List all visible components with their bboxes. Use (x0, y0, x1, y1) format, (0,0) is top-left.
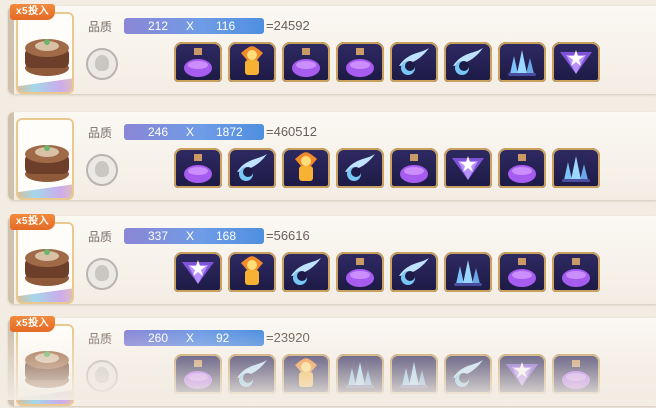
quality-value-a: 212 (148, 19, 169, 33)
orange-potion[interactable] (228, 42, 276, 82)
purple-potion[interactable] (174, 148, 222, 188)
x5-badge: x5投入 (10, 316, 56, 332)
moon-icon[interactable] (444, 354, 492, 394)
quality-bar: 337 X 168 (124, 228, 264, 244)
orange-potion[interactable] (228, 252, 276, 292)
recipe-row[interactable]: x5投入 品质 260 X 92 =23920 (8, 316, 656, 408)
purple-potion[interactable] (174, 354, 222, 394)
row-accent (8, 112, 14, 200)
quality-multiply: X (186, 229, 195, 243)
quality-value-a: 246 (148, 125, 169, 139)
feather-fan[interactable] (498, 354, 546, 394)
purple-potion[interactable] (498, 252, 546, 292)
moon-icon[interactable] (390, 42, 438, 82)
quality-multiply: X (186, 19, 195, 33)
cake-thumbnail[interactable] (16, 12, 74, 94)
quality-bar: 212 X 116 (124, 18, 264, 34)
purple-potion[interactable] (336, 252, 384, 292)
quality-label: 品质 (88, 126, 113, 140)
crystal-cluster[interactable] (336, 354, 384, 394)
purple-potion[interactable] (336, 42, 384, 82)
x5-badge: x5投入 (10, 214, 56, 230)
avatar[interactable] (86, 360, 118, 392)
crystal-cluster[interactable] (390, 354, 438, 394)
cake-thumbnail[interactable] (16, 222, 74, 304)
recipe-row[interactable]: x5投入 品质 337 X 168 =56616 (8, 214, 656, 306)
moon-icon[interactable] (228, 354, 276, 394)
quality-result: =24592 (266, 18, 310, 33)
purple-potion[interactable] (390, 148, 438, 188)
purple-potion[interactable] (282, 42, 330, 82)
cake-thumbnail[interactable] (16, 118, 74, 200)
quality-multiply: X (186, 331, 195, 345)
quality-value-b: 116 (216, 19, 236, 33)
quality-value-a: 337 (148, 229, 169, 243)
quality-label: 品质 (88, 230, 113, 244)
quality-result: =56616 (266, 228, 310, 243)
purple-potion[interactable] (552, 252, 600, 292)
quality-multiply: X (186, 125, 195, 139)
recipe-row[interactable]: x5投入 品质 212 X 116 =24592 (8, 4, 656, 96)
feather-fan[interactable] (552, 42, 600, 82)
quality-label: 品质 (88, 332, 113, 346)
recipe-row[interactable]: 品质 246 X 1872 =460512 (8, 110, 656, 202)
purple-potion[interactable] (174, 42, 222, 82)
purple-potion[interactable] (498, 148, 546, 188)
quality-result: =460512 (266, 124, 317, 139)
moon-icon[interactable] (390, 252, 438, 292)
orange-potion[interactable] (282, 148, 330, 188)
avatar[interactable] (86, 154, 118, 186)
avatar[interactable] (86, 258, 118, 290)
quality-label: 品质 (88, 20, 113, 34)
purple-potion[interactable] (552, 354, 600, 394)
moon-icon[interactable] (336, 148, 384, 188)
feather-fan[interactable] (174, 252, 222, 292)
crystal-cluster[interactable] (444, 252, 492, 292)
moon-icon[interactable] (282, 252, 330, 292)
crystal-cluster[interactable] (552, 148, 600, 188)
moon-icon[interactable] (228, 148, 276, 188)
orange-potion[interactable] (282, 354, 330, 394)
crystal-cluster[interactable] (498, 42, 546, 82)
quality-value-b: 168 (216, 229, 237, 243)
quality-value-b: 1872 (216, 125, 243, 139)
feather-fan[interactable] (444, 148, 492, 188)
quality-value-b: 92 (216, 331, 230, 345)
cake-thumbnail[interactable] (16, 324, 74, 406)
quality-bar: 246 X 1872 (124, 124, 264, 140)
moon-icon[interactable] (444, 42, 492, 82)
avatar[interactable] (86, 48, 118, 80)
quality-bar: 260 X 92 (124, 330, 264, 346)
recipe-list: x5投入 品质 212 X 116 =24592 品质 246 X 1872 =… (0, 0, 656, 406)
quality-value-a: 260 (148, 331, 169, 345)
x5-badge: x5投入 (10, 4, 56, 20)
quality-result: =23920 (266, 330, 310, 345)
